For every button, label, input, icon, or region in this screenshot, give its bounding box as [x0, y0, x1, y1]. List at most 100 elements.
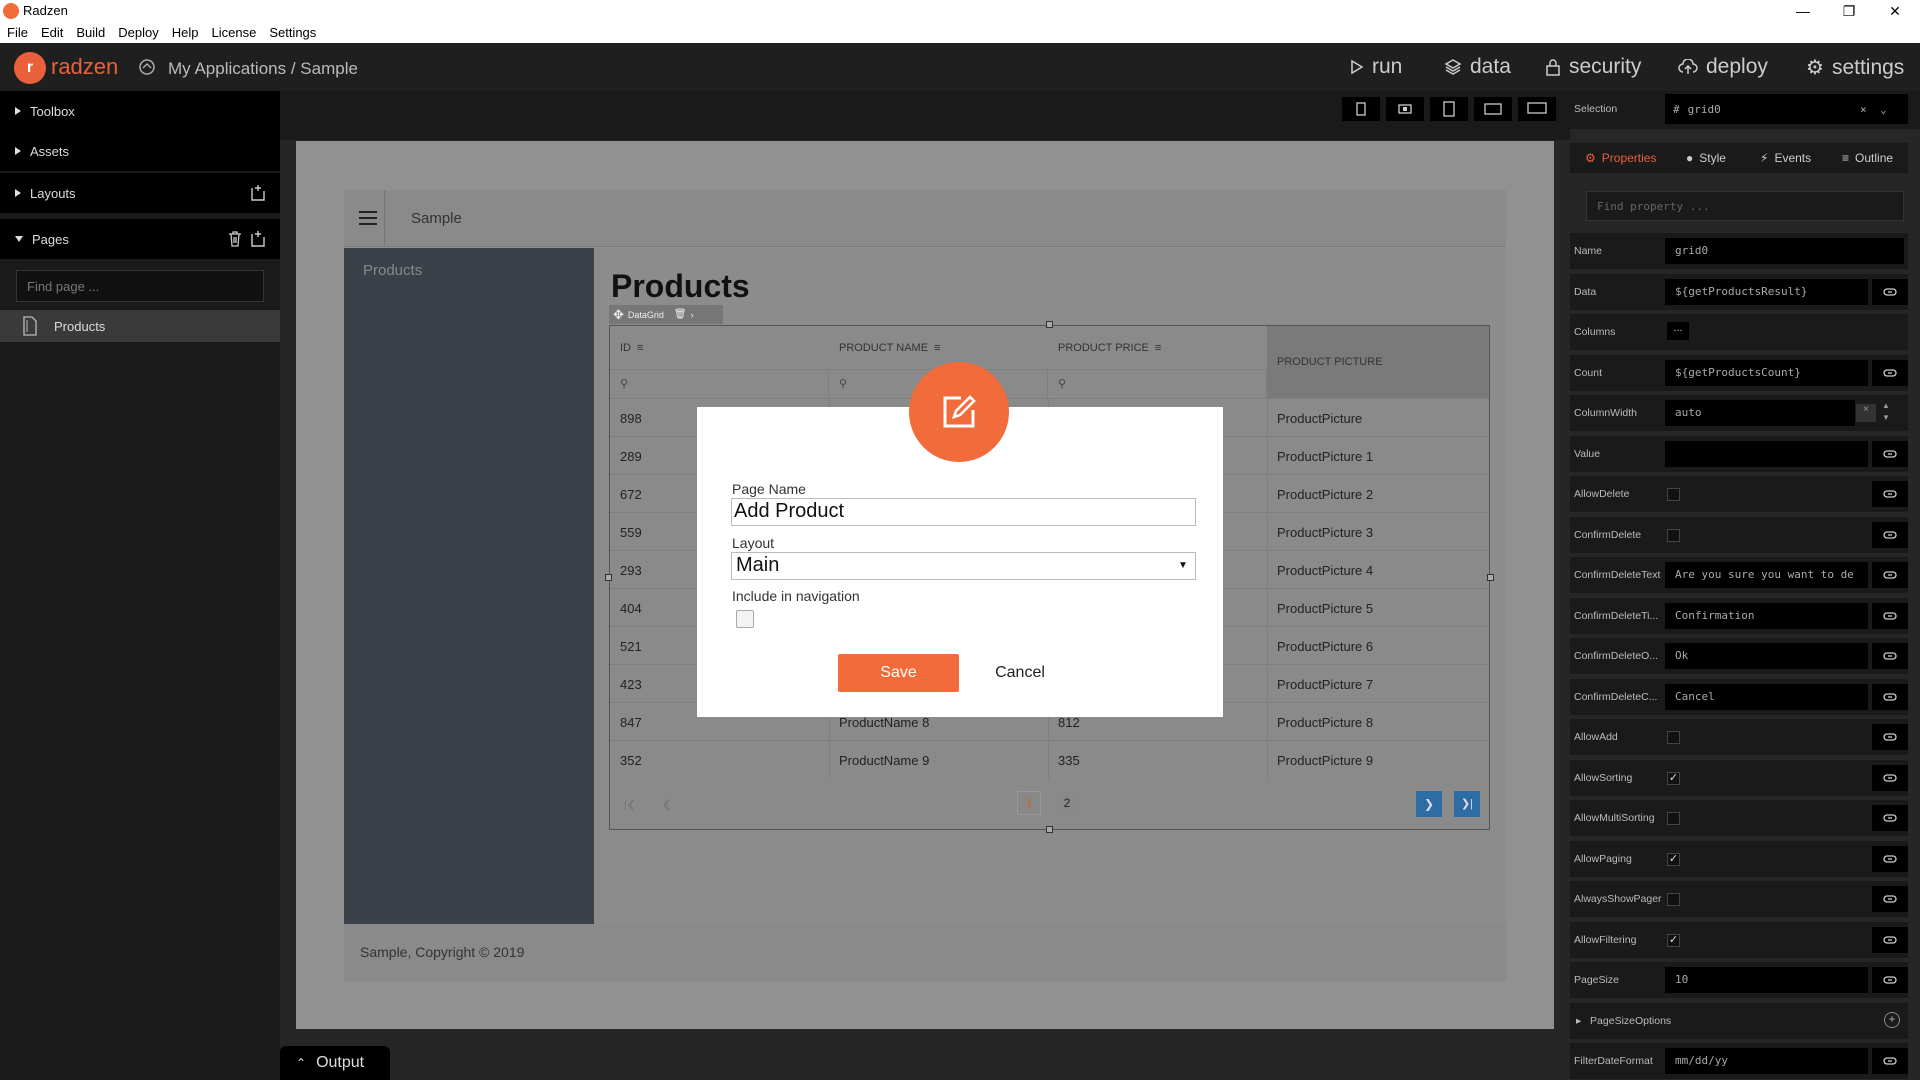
column-header-id[interactable]: ID ≡ [610, 326, 829, 369]
bind-icon[interactable] [1872, 845, 1908, 872]
breadcrumb[interactable]: My Applications / Sample [168, 59, 358, 79]
menu-file[interactable]: File [0, 22, 34, 43]
menu-help[interactable]: Help [165, 22, 205, 43]
property-checkbox[interactable]: ✓ [1667, 933, 1680, 947]
pager-page-2[interactable]: 2 [1055, 791, 1079, 815]
property-input[interactable]: Confirmation [1665, 602, 1868, 629]
filter-id[interactable]: ⚲ [610, 369, 829, 398]
filter-product-price[interactable]: ⚲ [1048, 369, 1267, 398]
nav-security[interactable]: security [1545, 55, 1641, 79]
prev-page-icon[interactable]: ❮ [662, 798, 671, 811]
column-header-product-name[interactable]: PRODUCT NAME ≡ [829, 326, 1048, 369]
menu-deploy[interactable]: Deploy [111, 22, 164, 43]
property-input[interactable]: auto [1665, 400, 1855, 426]
save-button[interactable]: Save [838, 654, 959, 692]
bind-icon[interactable] [1872, 764, 1908, 791]
resize-handle[interactable] [1046, 321, 1053, 328]
restore-icon[interactable]: ❐ [1826, 0, 1872, 22]
bind-icon[interactable] [1872, 278, 1908, 305]
menu-build[interactable]: Build [69, 22, 111, 43]
bind-icon[interactable] [1872, 643, 1908, 669]
bind-icon[interactable] [1872, 805, 1908, 831]
bind-icon[interactable] [1872, 359, 1908, 386]
tree-pages[interactable]: Pages [0, 219, 280, 259]
columns-editor-button[interactable]: ... [1667, 322, 1689, 340]
phone-portrait-icon[interactable] [1342, 97, 1380, 121]
desktop-icon[interactable] [1518, 97, 1556, 121]
minimize-icon[interactable]: — [1780, 0, 1826, 22]
property-input[interactable]: Ok [1665, 643, 1868, 669]
tree-assets[interactable]: Assets [0, 131, 280, 171]
bind-icon[interactable] [1872, 926, 1908, 953]
close-icon[interactable]: ✕ [1872, 0, 1918, 22]
table-row[interactable]: 352 ProductName 9 335 ProductPicture 9 [610, 740, 1489, 779]
add-page-icon[interactable] [249, 230, 267, 248]
bind-icon[interactable] [1872, 440, 1908, 467]
layout-select[interactable]: Main ▼ [731, 552, 1196, 580]
hamburger-icon[interactable] [359, 211, 377, 225]
cancel-button[interactable]: Cancel [980, 654, 1060, 692]
property-input[interactable] [1665, 440, 1868, 467]
tab-outline[interactable]: ≡ Outline [1842, 143, 1893, 173]
property-input[interactable]: Are you sure you want to de [1665, 562, 1868, 588]
pager-page-1[interactable]: 1 [1017, 791, 1041, 815]
tablet-portrait-icon[interactable] [1430, 97, 1468, 121]
output-panel-tab[interactable]: ⌃ Output [280, 1046, 390, 1080]
bind-icon[interactable] [1872, 481, 1908, 507]
page-name-input[interactable]: Add Product [731, 498, 1196, 526]
property-input[interactable]: 10 [1665, 967, 1868, 993]
add-layout-icon[interactable] [249, 184, 267, 202]
next-page-icon[interactable]: ❯ [1416, 791, 1442, 817]
find-page-input[interactable]: Find page ... [16, 270, 264, 302]
app-home-icon[interactable] [138, 58, 156, 76]
bind-icon[interactable] [1872, 886, 1908, 912]
tree-layouts[interactable]: Layouts [0, 173, 280, 213]
nav-deploy[interactable]: deploy [1678, 55, 1768, 79]
find-property-input[interactable]: Find property ... [1586, 191, 1904, 221]
column-header-product-picture[interactable]: PRODUCT PICTURE [1267, 326, 1489, 398]
tablet-landscape-icon[interactable] [1474, 97, 1512, 121]
page-item-products[interactable]: Products [0, 310, 280, 342]
bind-icon[interactable] [1872, 967, 1908, 993]
column-header-product-price[interactable]: PRODUCT PRICE ≡ [1048, 326, 1267, 369]
nav-data[interactable]: data [1444, 55, 1511, 79]
property-input[interactable]: mm/dd/yy [1665, 1048, 1868, 1074]
bind-icon[interactable] [1872, 521, 1908, 548]
bind-icon[interactable] [1872, 683, 1908, 710]
property-checkbox[interactable]: ✓ [1667, 852, 1680, 866]
first-page-icon[interactable]: |❮ [624, 798, 636, 811]
add-circle-icon[interactable]: + [1884, 1011, 1900, 1028]
resize-handle[interactable] [1487, 574, 1494, 581]
property-checkbox[interactable] [1667, 731, 1680, 744]
selection-dropdown[interactable]: # grid0 × ⌄ [1665, 94, 1908, 124]
property-input[interactable]: ${getProductsResult} [1665, 278, 1868, 305]
property-checkbox[interactable] [1667, 528, 1680, 542]
sidebar-item-products[interactable]: Products [363, 262, 422, 279]
property-checkbox[interactable] [1667, 488, 1680, 501]
last-page-icon[interactable]: ❯| [1454, 791, 1480, 817]
resize-handle[interactable] [1046, 826, 1053, 833]
spinner-icon[interactable]: ▲ ▼ [1882, 400, 1890, 424]
bind-icon[interactable] [1872, 602, 1908, 629]
bind-icon[interactable] [1872, 562, 1908, 588]
property-input[interactable]: ${getProductsCount} [1665, 359, 1868, 386]
bind-icon[interactable] [1872, 724, 1908, 750]
phone-landscape-icon[interactable] [1386, 97, 1424, 121]
menu-license[interactable]: License [205, 22, 263, 43]
nav-settings[interactable]: ⚙ settings [1806, 55, 1904, 80]
property-input[interactable]: grid0 [1665, 238, 1904, 264]
menu-settings[interactable]: Settings [262, 22, 322, 43]
resize-handle[interactable] [605, 574, 612, 581]
property-checkbox[interactable] [1667, 812, 1680, 825]
tab-style[interactable]: ● Style [1686, 143, 1726, 173]
property-checkbox[interactable]: ✓ [1667, 771, 1680, 785]
property-checkbox[interactable] [1667, 893, 1680, 906]
datagrid-component-tag[interactable]: ✥ DataGrid 🗑 › [609, 305, 723, 324]
property-group-label[interactable]: ▸ PageSizeOptions [1576, 1015, 1776, 1027]
include-nav-checkbox[interactable] [736, 610, 754, 628]
menu-edit[interactable]: Edit [34, 22, 69, 43]
tree-toolbox[interactable]: Toolbox [0, 91, 280, 131]
bind-icon[interactable] [1872, 1048, 1908, 1074]
tab-properties[interactable]: ⚙ Properties [1585, 143, 1656, 173]
nav-run[interactable]: run [1350, 55, 1402, 79]
